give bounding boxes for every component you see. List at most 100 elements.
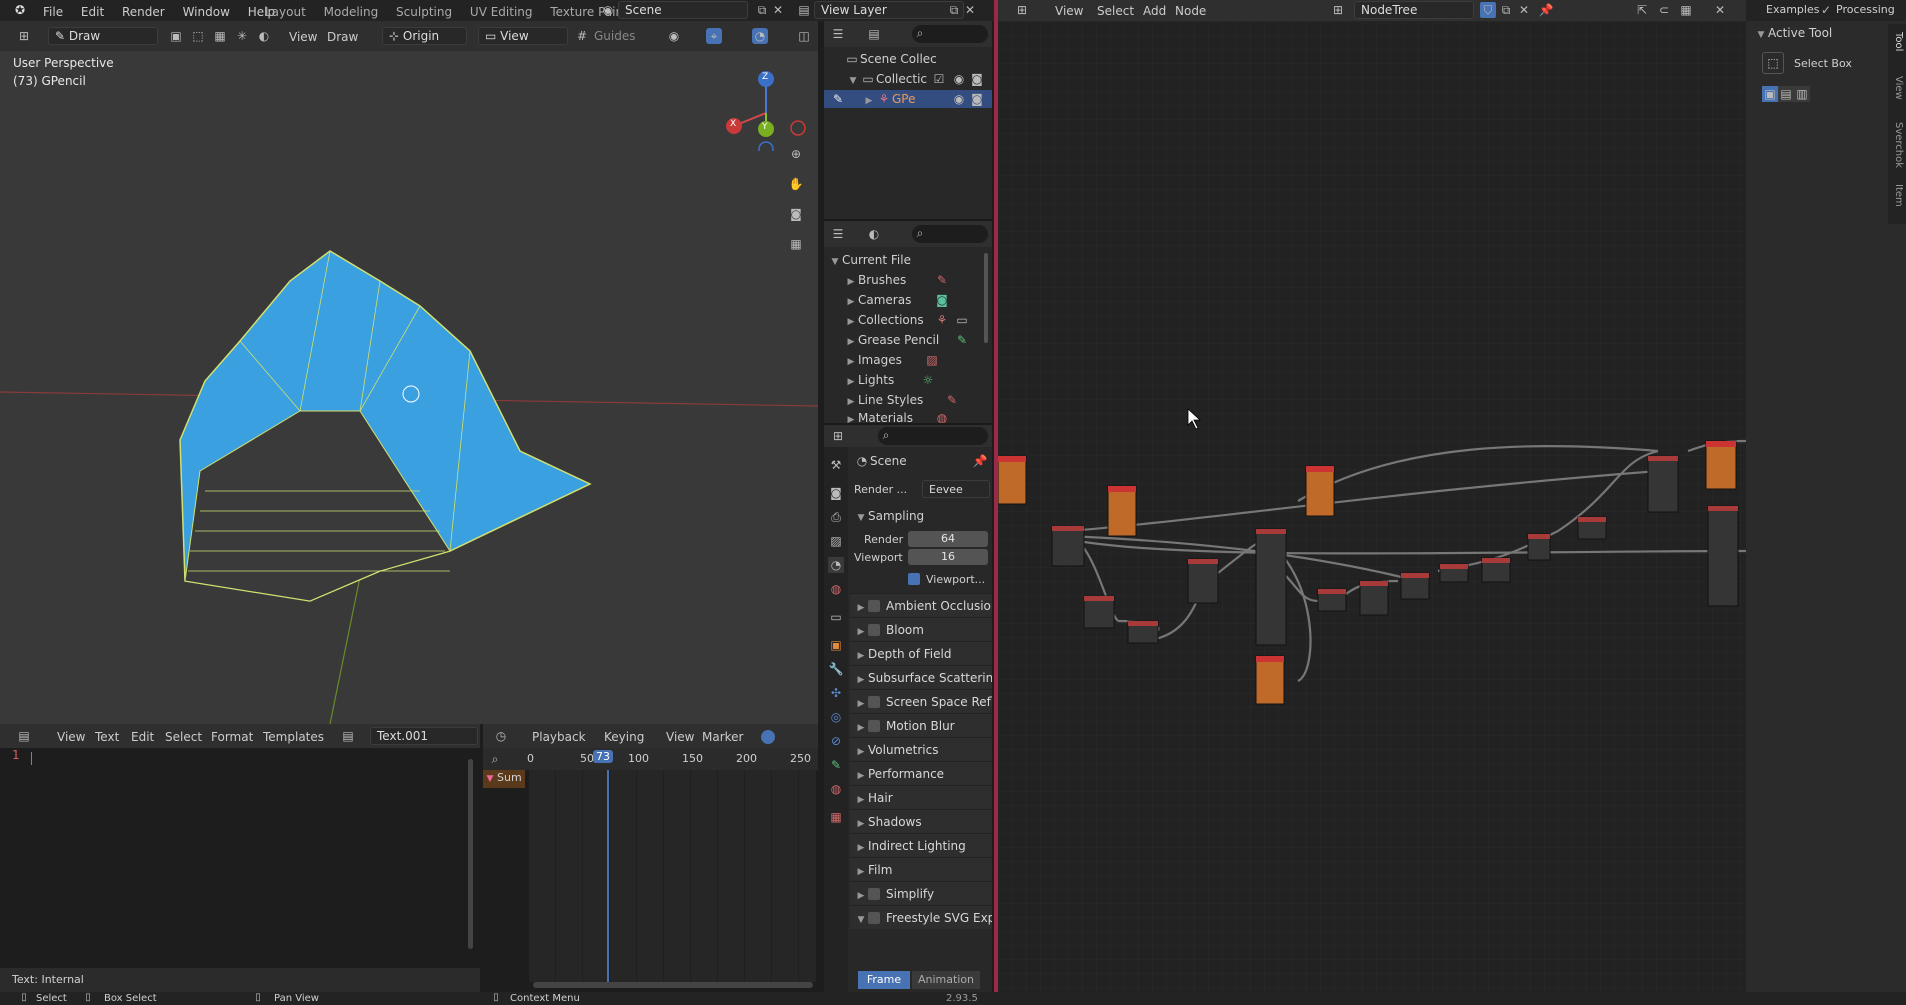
panel-row[interactable]: ▶ Hair	[850, 785, 992, 809]
panel-checkbox[interactable]	[868, 624, 880, 636]
panel-checkbox[interactable]	[868, 600, 880, 612]
pin-icon[interactable]: 📌	[972, 453, 988, 469]
render-samples-field[interactable]: 64	[908, 531, 988, 547]
edit-pencil-icon[interactable]: ✎	[830, 91, 846, 107]
checkbox-icon[interactable]: ☑	[931, 71, 947, 87]
outliner-type-icon[interactable]: ☰	[830, 26, 846, 42]
select-box-tool-icon[interactable]: ⬚	[1762, 52, 1784, 74]
select-segment-icon[interactable]: ▦	[212, 28, 228, 44]
outliner-search[interactable]: ⌕	[912, 25, 988, 43]
text-menu-edit[interactable]: Edit	[124, 728, 161, 746]
output-tab-icon[interactable]: ⎙	[828, 509, 844, 525]
file-item-lights[interactable]: ▶ Lights ☼	[824, 371, 992, 389]
data-tab-icon[interactable]: ✎	[828, 757, 844, 773]
world-tab-icon[interactable]: ◍	[828, 581, 844, 597]
texture-tab-icon[interactable]: ▦	[828, 809, 844, 825]
panel-row[interactable]: ▶ Screen Space Refle	[850, 689, 992, 713]
snap-icon[interactable]: ⊂	[1656, 2, 1672, 18]
grid-icon[interactable]: #	[574, 28, 590, 44]
render-camera-icon[interactable]: ◙	[969, 71, 985, 87]
sidebar-tab-tool[interactable]: Tool	[1890, 32, 1904, 51]
node-pin-icon[interactable]: 📌	[1538, 2, 1554, 18]
text-browse-icon[interactable]: ▤	[340, 728, 356, 744]
new-scene-icon[interactable]: ⧉	[754, 2, 770, 18]
zoom-icon[interactable]: ⊕	[788, 146, 804, 162]
examples-menu[interactable]: Examples	[1766, 3, 1819, 16]
processing-toggle[interactable]: Processing	[1836, 3, 1895, 16]
timeline-menu-playback[interactable]: Playback	[525, 728, 593, 746]
node-menu-node[interactable]: Node	[1168, 2, 1213, 20]
current-file-row[interactable]: ▼ Current File	[824, 251, 992, 269]
node-editor[interactable]: ⊞ View Select Add Node ⊞ NodeTree ⛉ ⧉ ✕ …	[998, 0, 1746, 992]
panel-row[interactable]: ▶ Subsurface Scattering	[850, 665, 992, 689]
node-tree-type-icon[interactable]: ⊞	[1330, 2, 1346, 18]
properties-type-icon[interactable]: ⊞	[830, 428, 846, 444]
sampling-panel-header[interactable]: ▼ Sampling	[854, 509, 925, 523]
node-menu-view[interactable]: View	[1048, 2, 1090, 20]
panel-row[interactable]: ▼ Freestyle SVG Expo	[850, 905, 992, 929]
mode-extend-icon[interactable]: ▤	[1778, 86, 1794, 102]
overlay-node-icon[interactable]: ▦	[1678, 2, 1694, 18]
scene-icon[interactable]: ◉	[600, 2, 616, 18]
viewport-3d[interactable]: ⊞ ✎ Draw ▣ ⬚ ▦ ✳ ◐ View Draw ⊹ Origin ▭ …	[0, 21, 818, 724]
outliner-row-scene[interactable]: ▭ Scene Collec	[824, 50, 992, 68]
panel-expand-icon[interactable]: ▼	[854, 908, 868, 932]
delete-scene-icon[interactable]: ✕	[770, 2, 786, 18]
mode-selector[interactable]: ✎ Draw	[48, 27, 158, 45]
panel-checkbox[interactable]	[868, 720, 880, 732]
sidebar[interactable]: Examples ✓ Processing ▼ Active Tool ⬚ Sel…	[1746, 0, 1906, 992]
mode-new-icon[interactable]: ▣	[1762, 86, 1778, 102]
file-browser-scrollbar[interactable]	[984, 253, 988, 343]
sverchok-icon[interactable]: ✕	[1712, 2, 1728, 18]
view-layer-tab-icon[interactable]: ▨	[828, 533, 844, 549]
panel-row[interactable]: ▶ Ambient Occlusion	[850, 593, 992, 617]
physics-tab-icon[interactable]: ◎	[828, 709, 844, 725]
text-editor-type-icon[interactable]: ▤	[16, 728, 32, 744]
node-canvas[interactable]	[998, 21, 1746, 992]
outliner-row-object[interactable]: ✎ ▶ ⚘ GPe ◉ ◙	[824, 90, 992, 108]
timeline-scrollbar[interactable]	[533, 982, 813, 988]
current-frame-indicator[interactable]: 73	[593, 750, 613, 763]
gizmo-icon[interactable]: ⌖	[706, 28, 722, 44]
render-tab-icon[interactable]: ◙	[828, 485, 844, 501]
object-tab-icon[interactable]: ▣	[828, 637, 844, 653]
sidebar-tab-view[interactable]: View	[1890, 76, 1904, 100]
text-menu-view[interactable]: View	[50, 728, 92, 746]
panel-checkbox[interactable]	[868, 888, 880, 900]
expand-icon[interactable]: ▼	[846, 72, 860, 90]
origin-selector[interactable]: ⊹ Origin	[382, 27, 467, 45]
xray-icon[interactable]: ◫	[796, 28, 812, 44]
scene-tab-icon[interactable]: ◔	[828, 557, 844, 573]
delete-view-layer-icon[interactable]: ✕	[962, 2, 978, 18]
camera-icon[interactable]: ◙	[788, 206, 804, 222]
file-item-grease-pencil[interactable]: ▶ Grease Pencil ✎	[824, 331, 992, 349]
text-menu-select[interactable]: Select	[158, 728, 209, 746]
editor-type-icon[interactable]: ⊞	[16, 28, 32, 44]
multiframe-icon[interactable]: ✳	[234, 28, 250, 44]
timeline-menu-marker[interactable]: Marker	[695, 728, 750, 746]
file-item-brushes[interactable]: ▶ Brushes ✎	[824, 271, 992, 289]
panel-row[interactable]: ▶ Performance	[850, 761, 992, 785]
file-search[interactable]: ⌕	[912, 225, 988, 243]
panel-row[interactable]: ▶ Motion Blur	[850, 713, 992, 737]
text-file-name[interactable]: Text.001	[370, 727, 478, 745]
overlay-icon[interactable]: ◔	[752, 28, 768, 44]
new-view-layer-icon[interactable]: ⧉	[946, 2, 962, 18]
curve-icon[interactable]: ◐	[256, 28, 272, 44]
pan-hand-icon[interactable]: ✋	[788, 176, 804, 192]
text-scrollbar[interactable]	[468, 759, 473, 949]
outliner-row-collection[interactable]: ▼ ▭ Collectic ☑ ◉ ◙	[824, 70, 992, 88]
file-item-line-styles[interactable]: ▶ Line Styles ✎	[824, 391, 992, 409]
constraint-tab-icon[interactable]: ⊘	[828, 733, 844, 749]
eye-icon[interactable]: ◉	[951, 71, 967, 87]
panel-row[interactable]: ▶ Film	[850, 857, 992, 881]
ortho-grid-icon[interactable]: ▦	[788, 236, 804, 252]
file-browser-type-icon[interactable]: ☰	[830, 226, 846, 242]
menu-view[interactable]: View	[282, 28, 324, 46]
tool-tab-icon[interactable]: ⚒	[828, 457, 844, 473]
node-menu-select[interactable]: Select	[1090, 2, 1141, 20]
view-selector[interactable]: ▭ View	[478, 27, 568, 45]
panel-row[interactable]: ▶ Indirect Lighting	[850, 833, 992, 857]
panel-checkbox[interactable]	[868, 696, 880, 708]
object-eye-icon[interactable]: ◉	[951, 91, 967, 107]
